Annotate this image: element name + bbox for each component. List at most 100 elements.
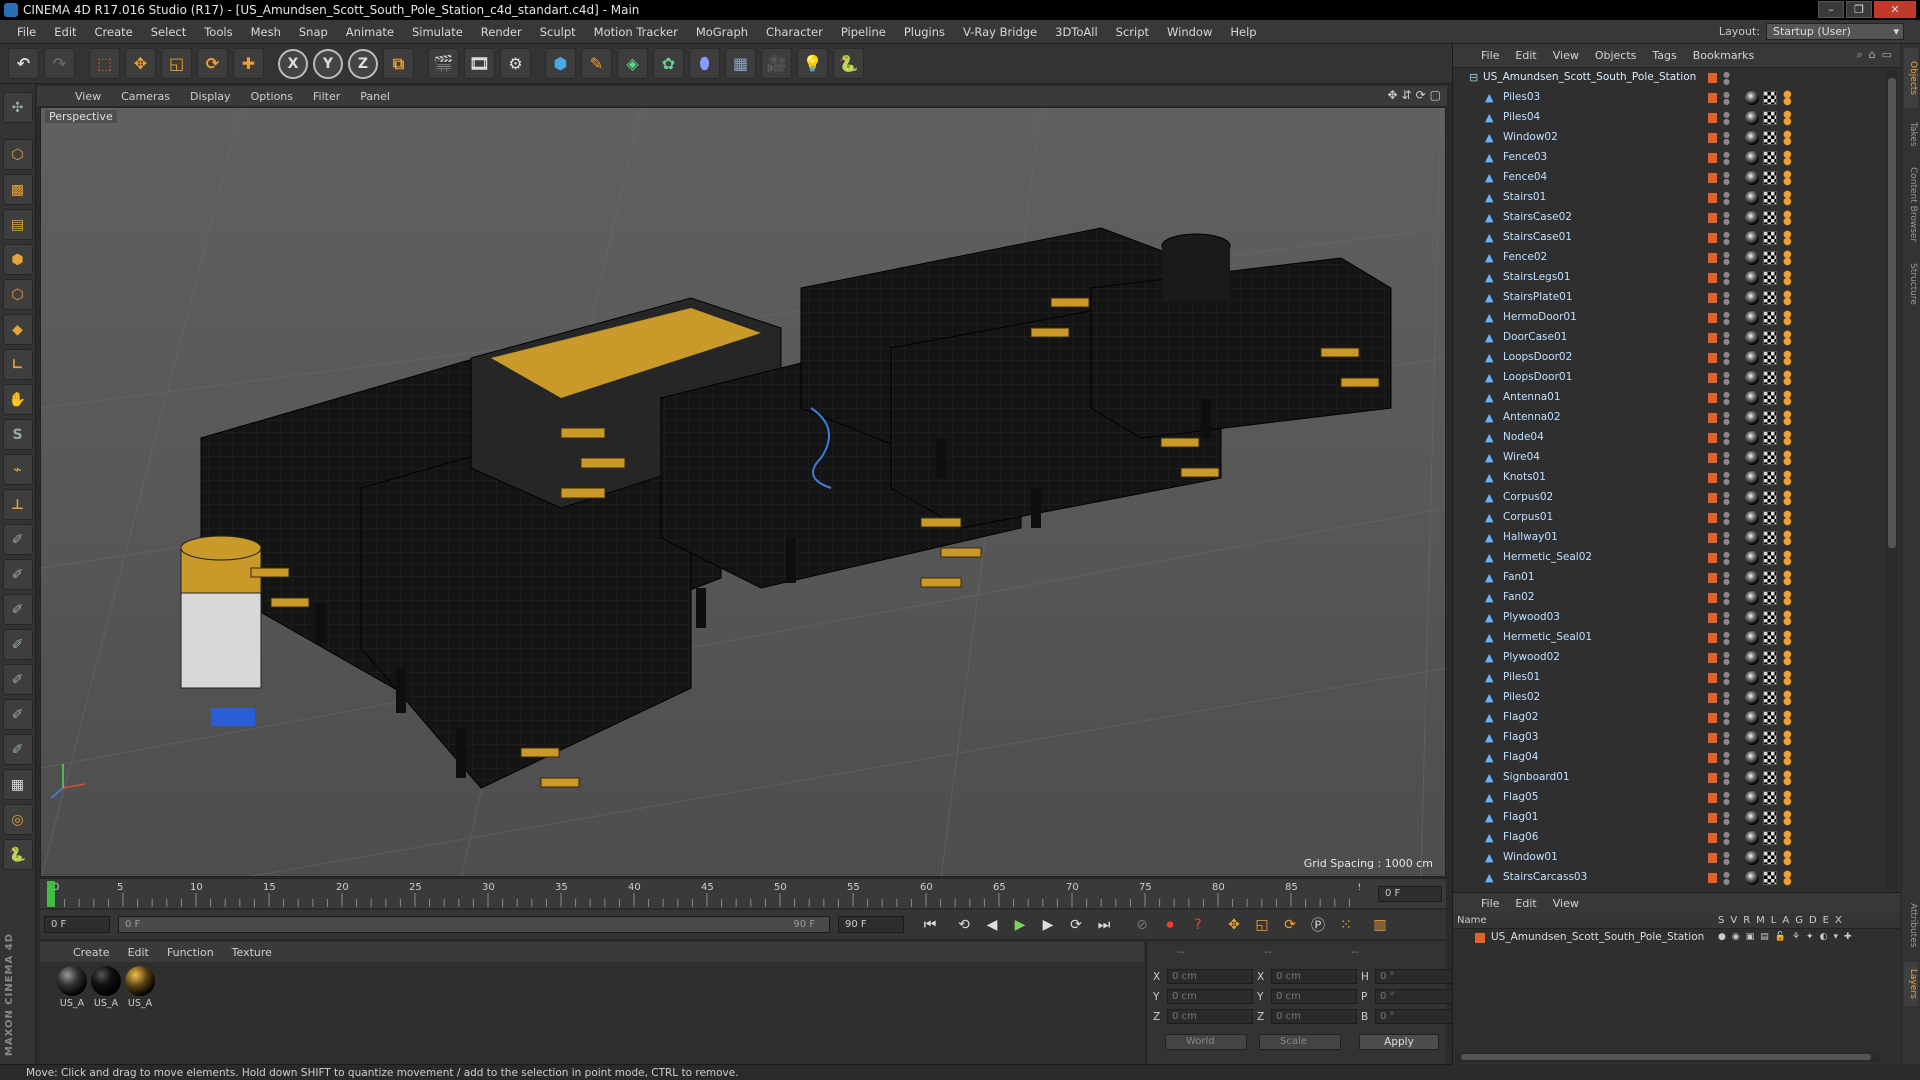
redo-icon[interactable]: ↷ [44,48,75,79]
phong-tag-icon[interactable]: ● ● [1783,530,1795,547]
object-row[interactable]: ▲ Hermetic_Seal02 ● ● ● ● [1453,548,1883,568]
texture-tag-icon[interactable] [1763,111,1777,125]
key-position-icon[interactable]: ✥ [1222,913,1246,937]
texture-tag-icon[interactable] [1763,211,1777,225]
material-menu-texture[interactable]: Texture [223,946,281,959]
visibility-dots[interactable]: ● ● [1723,791,1730,806]
layer-view-icon[interactable]: ◉ [1732,932,1740,942]
restore-button[interactable]: ❐ [1846,1,1872,18]
layer-deformer-icon[interactable]: ◐ [1820,932,1828,942]
visibility-dots[interactable]: ● ● [1723,431,1730,446]
add-icon[interactable]: ✚ [233,48,264,79]
tab-objects[interactable]: Objects [1904,48,1918,108]
object-row[interactable]: ▲ Piles01 ● ● ● ● [1453,668,1883,688]
live-select-icon[interactable]: ⬚ [89,48,120,79]
subdivision-icon[interactable]: ◈ [617,48,648,79]
menu-window[interactable]: Window [1158,25,1221,39]
visibility-dots[interactable]: ● ● [1723,831,1730,846]
material-tag-icon[interactable] [1745,291,1759,305]
key-rotation-icon[interactable]: ⟳ [1278,913,1302,937]
snap-icon[interactable]: S [2,419,33,450]
texture-mode-icon[interactable]: ▩ [2,174,33,205]
brush-tool-3-icon[interactable]: ✐ [2,594,33,625]
render-region-icon[interactable]: ◎ [2,804,33,835]
layer-menu-view[interactable]: View [1545,897,1587,910]
material-tag-icon[interactable] [1745,471,1759,485]
material-tag-icon[interactable] [1745,451,1759,465]
menu-create[interactable]: Create [86,25,142,39]
go-to-start-icon[interactable]: ⏮ [918,913,942,937]
key-scale-icon[interactable]: ◱ [1250,913,1274,937]
menu-vray-bridge[interactable]: V-Ray Bridge [954,25,1046,39]
phong-tag-icon[interactable]: ● ● [1783,130,1795,147]
object-row[interactable]: ▲ Flag03 ● ● ● ● [1453,728,1883,748]
phong-tag-icon[interactable]: ● ● [1783,110,1795,127]
material-tag-icon[interactable] [1745,431,1759,445]
texture-tag-icon[interactable] [1763,151,1777,165]
material-tag-icon[interactable] [1745,771,1759,785]
visibility-dots[interactable]: ● ● [1723,871,1730,886]
phong-tag-icon[interactable]: ● ● [1783,350,1795,367]
visibility-dots[interactable]: ● ● [1723,671,1730,686]
texture-tag-icon[interactable] [1763,711,1777,725]
layer-name[interactable]: US_Amundsen_Scott_South_Pole_Station [1491,931,1704,943]
position-y-field[interactable]: 0 cm [1167,989,1253,1004]
tab-takes[interactable]: Takes [1904,114,1918,154]
layout-select[interactable]: Startup (User) [1766,23,1904,40]
object-row[interactable]: ▲ Corpus02 ● ● ● ● [1453,488,1883,508]
phong-tag-icon[interactable]: ● ● [1783,710,1795,727]
object-row[interactable]: ▲ Piles04 ● ● ● ● [1453,108,1883,128]
layer-col-manager[interactable]: M [1756,913,1765,929]
material-tag-icon[interactable] [1745,331,1759,345]
scrollbar-thumb[interactable] [1461,1054,1871,1060]
brush-tool-6-icon[interactable]: ✐ [2,699,33,730]
visibility-dots[interactable]: ● ● [1723,151,1730,166]
material-tag-icon[interactable] [1745,491,1759,505]
visibility-dots[interactable]: ● ● [1723,711,1730,726]
texture-tag-icon[interactable] [1763,451,1777,465]
object-menu-file[interactable]: File [1473,49,1507,62]
object-menu-view[interactable]: View [1545,49,1587,62]
phong-tag-icon[interactable]: ● ● [1783,370,1795,387]
polygons-mode-icon[interactable]: ◆ [2,314,33,345]
texture-tag-icon[interactable] [1763,431,1777,445]
texture-tag-icon[interactable] [1763,291,1777,305]
brush-tool-7-icon[interactable]: ✐ [2,734,33,765]
visibility-dots[interactable]: ● ● [1723,251,1730,266]
visibility-dots[interactable]: ● ● [1723,311,1730,326]
menu-edit[interactable]: Edit [45,25,85,39]
position-x-field[interactable]: 0 cm [1167,969,1253,984]
python-script-icon[interactable]: 🐍 [2,839,33,870]
coordinate-space-select[interactable]: World [1165,1034,1247,1050]
menu-mesh[interactable]: Mesh [242,25,290,39]
material-tag-icon[interactable] [1745,691,1759,705]
phong-tag-icon[interactable]: ● ● [1783,610,1795,627]
layer-color-swatch[interactable] [1475,933,1485,943]
texture-tag-icon[interactable] [1763,531,1777,545]
material-tag-icon[interactable] [1745,791,1759,805]
object-row[interactable]: ▲ Hermetic_Seal01 ● ● ● ● [1453,628,1883,648]
viewport-menu-display[interactable]: Display [180,90,241,103]
object-row[interactable]: ▲ Plywood03 ● ● ● ● [1453,608,1883,628]
texture-tag-icon[interactable] [1763,631,1777,645]
material-tag-icon[interactable] [1745,531,1759,545]
prev-key-icon[interactable]: ⟲ [952,913,976,937]
play-icon[interactable]: ▶ [1008,913,1032,937]
phong-tag-icon[interactable]: ● ● [1783,450,1795,467]
layer-col-deformers[interactable]: D [1809,913,1817,929]
phong-tag-icon[interactable]: ● ● [1783,570,1795,587]
material-tag-icon[interactable] [1745,671,1759,685]
object-row[interactable]: ▲ Hallway01 ● ● ● ● [1453,528,1883,548]
workplane-mode-icon[interactable]: ▤ [2,209,33,240]
material-tag-icon[interactable] [1745,171,1759,185]
workplane-icon[interactable]: ⊥ [2,489,33,520]
visibility-dots[interactable]: ● ● [1723,471,1730,486]
object-row[interactable]: ▲ Flag05 ● ● ● ● [1453,788,1883,808]
phong-tag-icon[interactable]: ● ● [1783,750,1795,767]
viewport-menu-filter[interactable]: Filter [303,90,350,103]
layer-menu-edit[interactable]: Edit [1507,897,1544,910]
material-swatch[interactable]: US_A [56,966,88,1009]
object-row[interactable]: ▲ StairsCase02 ● ● ● ● [1453,208,1883,228]
phong-tag-icon[interactable]: ● ● [1783,410,1795,427]
visibility-dots[interactable]: ● ● [1723,231,1730,246]
